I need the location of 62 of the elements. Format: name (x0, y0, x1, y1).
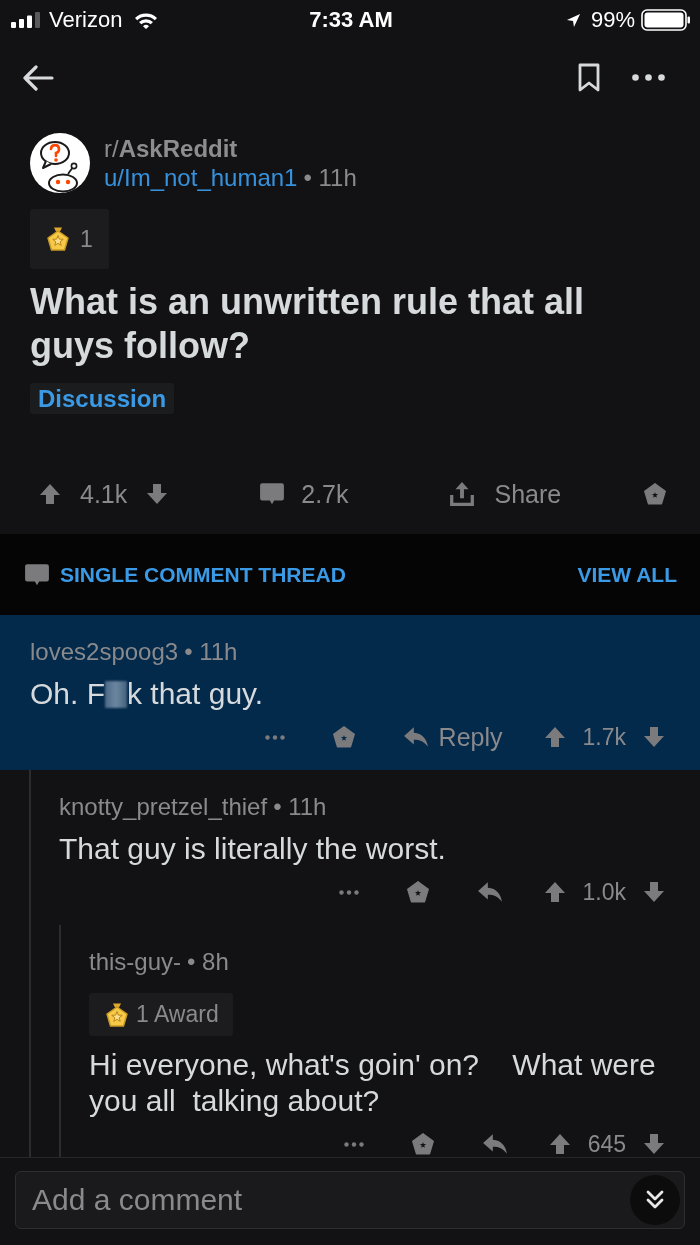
battery-percent: 99% (590, 7, 635, 33)
username-link[interactable]: u/Im_not_human1 (104, 164, 298, 191)
upvote-icon[interactable] (542, 725, 567, 749)
comments-button[interactable]: 2.7k (259, 479, 349, 509)
award-icon (46, 226, 70, 252)
thread-label: SINGLE COMMENT THREAD (60, 562, 346, 587)
award-icon (105, 1001, 129, 1028)
location-arrow-icon (565, 12, 581, 28)
view-all-link[interactable]: VIEW ALL (577, 562, 677, 587)
subreddit-name[interactable]: r/AskReddit (104, 135, 357, 162)
award-label: 1 Award (136, 1001, 219, 1028)
reply-button[interactable]: Reply (402, 722, 503, 752)
signal-icon (11, 12, 41, 28)
award-icon[interactable] (330, 724, 357, 750)
reply-button[interactable] (476, 881, 503, 903)
post-title: What is an unwritten rule that all guys follow? (30, 280, 586, 368)
comment-score: 645 (587, 1130, 626, 1157)
carrier-name: Verizon (49, 7, 123, 33)
comment-author[interactable]: knotty_pretzel_thief (59, 793, 268, 820)
downvote-icon[interactable] (642, 725, 666, 749)
post-age: • 11h (303, 164, 357, 191)
bookmark-icon[interactable] (578, 63, 600, 92)
avatar-icon (30, 133, 90, 193)
comment-text: k that guy. (127, 676, 264, 712)
comment-score: 1.7k (582, 723, 626, 751)
downvote-icon[interactable] (145, 482, 170, 506)
upvote-icon[interactable] (38, 482, 62, 506)
back-arrow-icon[interactable] (22, 64, 54, 91)
comment-input[interactable]: Add a comment (15, 1171, 685, 1229)
comment-bubble-icon (24, 562, 50, 587)
battery-icon (641, 9, 691, 31)
comment-score: 1.0k (582, 878, 626, 906)
comment-age: • 8h (187, 948, 229, 975)
downvote-icon[interactable] (642, 880, 666, 904)
comment-age: • 11h (273, 793, 327, 820)
reply-arrow-icon (476, 881, 503, 903)
comment-text: Hi everyone, what's goin' on? What were you all talking about? (89, 1047, 657, 1119)
reply-button[interactable] (481, 1133, 508, 1155)
clock-time: 7:33 AM (309, 7, 393, 33)
wifi-icon (134, 11, 159, 29)
upvote-icon[interactable] (542, 880, 567, 904)
share-button[interactable]: Share (448, 479, 562, 509)
post-score: 4.1k (80, 479, 128, 509)
upvote-icon[interactable] (547, 1132, 572, 1156)
more-options-icon[interactable] (632, 74, 665, 81)
share-icon (448, 481, 475, 507)
reply-arrow-icon (402, 726, 429, 748)
comment-age: • 11h (184, 638, 238, 665)
award-icon[interactable] (409, 1131, 436, 1157)
comment-bubble-icon (259, 482, 286, 506)
comment-author[interactable]: this-guy- (89, 948, 182, 975)
comment-text: That guy is literally the worst. (59, 831, 446, 867)
award-count: 1 (80, 225, 93, 253)
censor-blur (105, 680, 127, 708)
comment-author[interactable]: loves2spoog3 (30, 638, 179, 665)
downvote-icon[interactable] (642, 1132, 666, 1156)
comment-text: Oh. F (30, 676, 105, 712)
award-icon[interactable] (642, 481, 668, 507)
double-chevron-down-icon (645, 1189, 665, 1211)
award-icon[interactable] (404, 879, 431, 905)
reply-arrow-icon (481, 1133, 508, 1155)
flair-tag: Discussion (30, 383, 175, 414)
